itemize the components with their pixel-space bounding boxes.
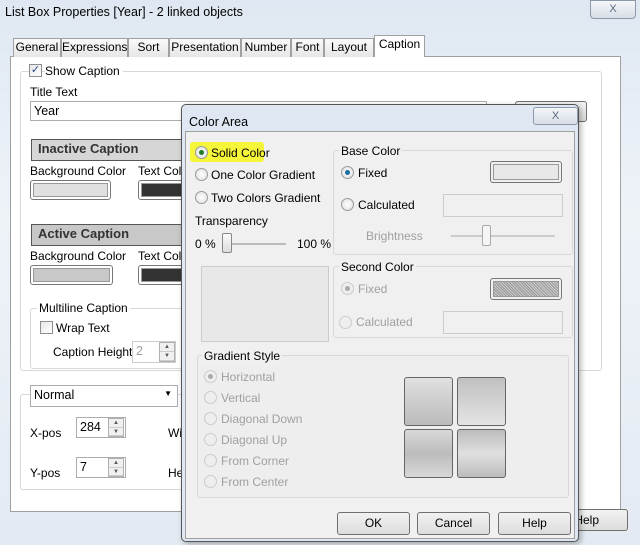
base-fixed-radio[interactable] (341, 166, 354, 179)
mode-dropdown[interactable]: Normal ▼ (30, 385, 178, 407)
base-calculated-label: Calculated (358, 198, 415, 212)
caption-height-spinner[interactable]: ▲ ▼ (159, 342, 175, 362)
tab-presentation[interactable]: Presentation (169, 38, 241, 57)
from-corner-label: From Corner (221, 454, 290, 468)
second-calculated-input[interactable] (443, 311, 563, 334)
show-caption-checkbox[interactable]: ✓ (29, 64, 42, 77)
gradient-variant-4[interactable] (457, 429, 506, 478)
xpos-spinner[interactable]: ▲ ▼ (108, 418, 124, 437)
second-calculated-label: Calculated (356, 315, 413, 329)
one-color-gradient-radio[interactable] (195, 168, 208, 181)
ypos-spinner[interactable]: ▲ ▼ (108, 458, 124, 477)
diagonal-down-radio[interactable] (204, 412, 217, 425)
horizontal-radio[interactable] (204, 370, 217, 383)
tab-layout[interactable]: Layout (324, 38, 374, 57)
diagonal-up-label: Diagonal Up (221, 433, 288, 447)
transparency-label: Transparency (195, 214, 268, 228)
title-text-label: Title Text (30, 85, 78, 99)
base-color-legend: Base Color (339, 144, 403, 158)
multiline-caption-legend: Multiline Caption (37, 301, 130, 315)
transparency-max: 100 % (297, 237, 332, 251)
active-bg-color-label: Background Color (30, 249, 127, 263)
cancel-button[interactable]: Cancel (417, 512, 490, 535)
ypos-label: Y-pos (30, 466, 61, 480)
second-color-legend: Second Color (339, 260, 416, 274)
solid-color-label: Solid Color (211, 146, 270, 160)
from-corner-radio[interactable] (204, 454, 217, 467)
base-calculated-radio[interactable] (341, 198, 354, 211)
window-title: List Box Properties [Year] - 2 linked ob… (5, 5, 243, 19)
vertical-radio[interactable] (204, 391, 217, 404)
brightness-track (451, 235, 555, 237)
from-center-radio[interactable] (204, 475, 217, 488)
inactive-bg-swatch[interactable] (30, 180, 111, 200)
xpos-label: X-pos (30, 426, 62, 440)
tab-number[interactable]: Number (241, 38, 291, 57)
color-preview (201, 266, 329, 342)
active-caption-header: Active Caption (31, 224, 191, 246)
brightness-slider-thumb[interactable] (482, 225, 491, 246)
gradient-style-legend: Gradient Style (202, 349, 283, 363)
horizontal-label: Horizontal (221, 370, 276, 384)
chevron-down-icon: ▼ (164, 389, 172, 398)
from-center-label: From Center (221, 475, 289, 489)
dialog-title: Color Area (189, 115, 249, 129)
vertical-label: Vertical (221, 391, 261, 405)
base-calculated-input[interactable] (443, 194, 563, 217)
inactive-caption-header: Inactive Caption (31, 139, 191, 161)
transparency-slider-thumb[interactable] (222, 233, 232, 253)
dialog-close-button[interactable]: X (533, 107, 578, 125)
second-fixed-label: Fixed (358, 282, 388, 296)
width-label: Wi (168, 426, 182, 440)
wrap-text-label: Wrap Text (56, 321, 110, 335)
second-fixed-radio[interactable] (341, 282, 354, 295)
mode-value: Normal (34, 388, 75, 402)
active-bg-swatch[interactable] (30, 265, 113, 285)
color-area-dialog: Color Area X Solid Color One Color Gradi… (181, 104, 579, 542)
help-button[interactable]: Help (498, 512, 571, 535)
second-color-swatch[interactable] (490, 278, 562, 300)
transparency-track (223, 243, 286, 245)
window-close-button[interactable]: X (590, 0, 636, 19)
base-color-swatch[interactable] (490, 161, 562, 183)
caption-height-label: Caption Height (53, 345, 133, 359)
inactive-bg-color-label: Background Color (30, 164, 127, 178)
transparency-min: 0 % (195, 237, 216, 251)
tab-sort[interactable]: Sort (128, 38, 169, 57)
gradient-variant-1[interactable] (404, 377, 453, 426)
gradient-variant-3[interactable] (404, 429, 453, 478)
one-color-gradient-label: One Color Gradient (211, 168, 316, 182)
two-colors-gradient-radio[interactable] (195, 191, 208, 204)
solid-color-radio[interactable] (195, 146, 208, 159)
diagonal-up-radio[interactable] (204, 433, 217, 446)
tab-caption[interactable]: Caption (374, 35, 425, 57)
second-calculated-radio[interactable] (339, 316, 352, 329)
tab-font[interactable]: Font (291, 38, 324, 57)
tab-expressions[interactable]: Expressions (61, 38, 128, 57)
show-caption-label: Show Caption (45, 64, 123, 78)
two-colors-gradient-label: Two Colors Gradient (211, 191, 321, 205)
diagonal-down-label: Diagonal Down (221, 412, 303, 426)
dialog-body: Solid Color One Color Gradient Two Color… (185, 131, 575, 539)
gradient-variant-2[interactable] (457, 377, 506, 426)
brightness-label: Brightness (366, 229, 423, 243)
base-fixed-label: Fixed (358, 166, 388, 180)
tab-general[interactable]: General (13, 38, 61, 57)
wrap-text-checkbox[interactable] (40, 321, 53, 334)
ok-button[interactable]: OK (337, 512, 410, 535)
